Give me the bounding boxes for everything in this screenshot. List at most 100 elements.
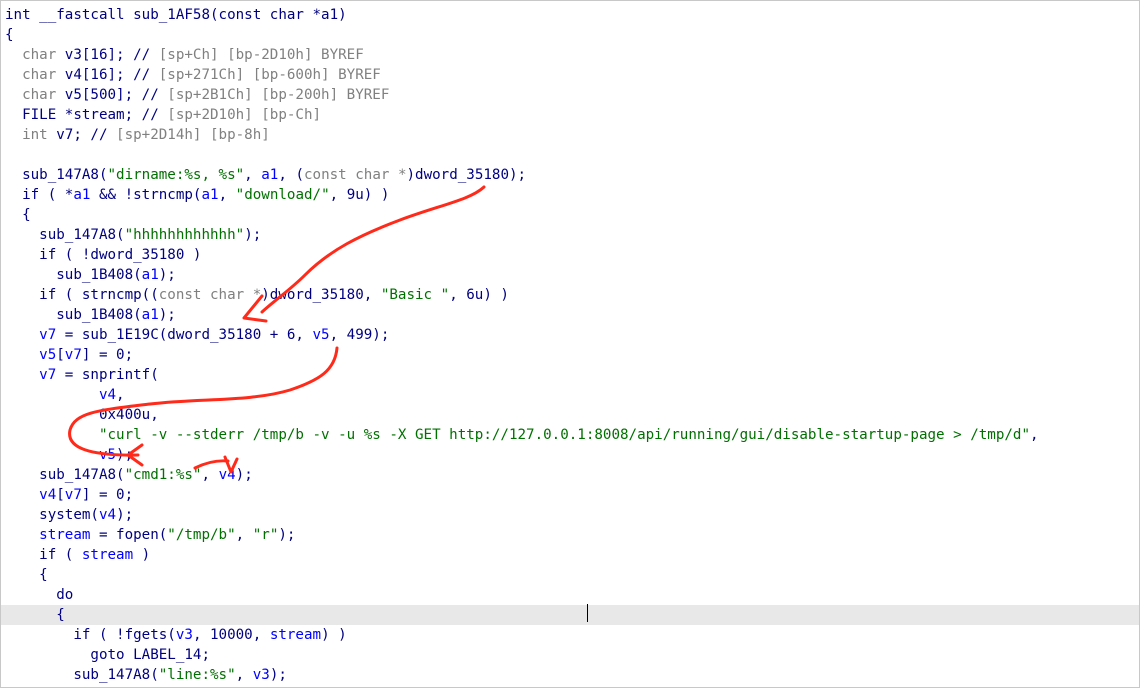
code-line[interactable]: v7 = snprintf( [1, 365, 1139, 385]
code-token: ] = 0; [81, 487, 134, 503]
code-line[interactable]: v5[v7] = 0; [1, 345, 1139, 365]
code-token: , ( [278, 167, 304, 183]
code-line[interactable]: "curl -v --stderr /tmp/b -v -u %s -X GET… [1, 425, 1139, 445]
code-token: ); [116, 507, 134, 523]
code-token: "r" [252, 527, 279, 543]
code-token: v3 [175, 627, 193, 643]
code-token: v4 [5, 487, 57, 503]
code-line[interactable]: sub_1B408(a1); [1, 305, 1139, 325]
code-line[interactable]: 0x400u, [1, 405, 1139, 425]
code-token: sub_1B408( [5, 267, 142, 283]
code-token: = snprintf( [56, 367, 159, 383]
code-token: , [1030, 427, 1039, 443]
code-token: , [235, 667, 253, 683]
code-line[interactable]: if ( !dword_35180 ) [1, 245, 1139, 265]
code-line[interactable]: int v7; // [sp+2D14h] [bp-8h] [1, 125, 1139, 145]
code-token: stream [5, 527, 91, 543]
code-line[interactable]: sub_1B408(a1); [1, 265, 1139, 285]
code-line[interactable]: FILE *stream; // [sp+2D10h] [bp-Ch] [1, 105, 1139, 125]
code-token: ) ) [321, 627, 347, 643]
code-token: ); [158, 267, 176, 283]
code-line[interactable]: { [1, 605, 1139, 625]
code-token: [sp+Ch] [bp-2D10h] BYREF [158, 47, 364, 63]
code-line[interactable]: v7 = sub_1E19C(dword_35180 + 6, v5, 499)… [1, 325, 1139, 345]
code-token: const char * [158, 287, 262, 303]
code-token: "hhhhhhhhhhhh" [124, 227, 245, 243]
code-token: { [5, 607, 65, 623]
code-token: sub_147A8( [5, 467, 125, 483]
code-token: [sp+2D14h] [bp-8h] [116, 127, 270, 143]
code-token: ); [158, 307, 176, 323]
code-token: v7 [64, 487, 82, 503]
code-line[interactable] [1, 145, 1139, 165]
code-token: , [235, 527, 253, 543]
code-token: sub_1B408( [5, 307, 142, 323]
text-caret [587, 604, 588, 622]
code-token: { [5, 567, 48, 583]
code-token: "cmd1:%s" [124, 467, 202, 483]
code-token: v7; // [56, 127, 117, 143]
code-line[interactable]: { [1, 565, 1139, 585]
code-token: )dword_35180); [406, 167, 527, 183]
code-line[interactable]: { [1, 205, 1139, 225]
code-token: v4[16]; // [64, 67, 159, 83]
code-token: [ [56, 347, 65, 363]
code-line[interactable]: sub_147A8("cmd1:%s", v4); [1, 465, 1139, 485]
code-token: { [5, 27, 14, 43]
code-token: if ( !fgets( [5, 627, 176, 643]
code-line[interactable]: sub_147A8("dirname:%s, %s", a1, (const c… [1, 165, 1139, 185]
code-line[interactable]: if ( strncmp((const char *)dword_35180, … [1, 285, 1139, 305]
code-token: [sp+2B1Ch] [bp-200h] BYREF [167, 87, 390, 103]
code-token: sub_147A8( [5, 167, 108, 183]
code-line[interactable]: v4, [1, 385, 1139, 405]
code-line[interactable]: char v5[500]; // [sp+2B1Ch] [bp-200h] BY… [1, 85, 1139, 105]
code-token: ] = 0; [81, 347, 134, 363]
code-token: , 499); [329, 327, 390, 343]
code-line[interactable]: char v3[16]; // [sp+Ch] [bp-2D10h] BYREF [1, 45, 1139, 65]
code-token: v3 [252, 667, 270, 683]
code-line[interactable]: { [1, 25, 1139, 45]
code-token: "download/" [235, 187, 330, 203]
code-token: int __fastcall sub_1AF58(const char *a1) [5, 7, 347, 23]
code-token: stream [269, 627, 322, 643]
code-line[interactable]: if ( !fgets(v3, 10000, stream) ) [1, 625, 1139, 645]
code-token: goto LABEL_14; [5, 647, 210, 663]
code-token: v4 [218, 467, 236, 483]
code-line[interactable]: if ( stream ) [1, 545, 1139, 565]
code-line[interactable]: sub_147A8("hhhhhhhhhhhh"); [1, 225, 1139, 245]
code-token: sub_147A8( [5, 667, 159, 683]
code-token: && !strncmp( [90, 187, 202, 203]
code-token: )dword_35180, [261, 287, 381, 303]
code-token: stream [81, 547, 134, 563]
code-line[interactable]: int __fastcall sub_1AF58(const char *a1) [1, 5, 1139, 25]
code-token: , 10000, [192, 627, 270, 643]
code-token: ) [133, 547, 151, 563]
code-line[interactable]: sub_147A8("line:%s", v3); [1, 665, 1139, 685]
code-token: , [244, 167, 262, 183]
code-line[interactable]: do [1, 585, 1139, 605]
code-token: char [5, 47, 65, 63]
code-token: [sp+2D10h] [bp-Ch] [167, 107, 322, 123]
code-token: "line:%s" [158, 667, 236, 683]
code-line[interactable]: char v4[16]; // [sp+271Ch] [bp-600h] BYR… [1, 65, 1139, 85]
code-token: , [218, 187, 236, 203]
code-token: do [5, 587, 74, 603]
code-token: v3[16]; // [64, 47, 159, 63]
code-token: v7 [5, 327, 57, 343]
code-token: a1 [201, 187, 219, 203]
code-token: sub_147A8( [5, 227, 125, 243]
code-token: a1 [141, 307, 159, 323]
code-line[interactable]: v4[v7] = 0; [1, 485, 1139, 505]
code-token: = fopen( [90, 527, 168, 543]
code-line[interactable]: v5); [1, 445, 1139, 465]
code-line[interactable]: system(v4); [1, 505, 1139, 525]
code-token: a1 [261, 167, 279, 183]
code-token: ); [244, 227, 262, 243]
code-token: a1 [73, 187, 91, 203]
code-token: , [201, 467, 219, 483]
code-line[interactable]: goto LABEL_14; [1, 645, 1139, 665]
pseudocode-view[interactable]: int __fastcall sub_1AF58(const char *a1)… [0, 0, 1140, 688]
code-line[interactable]: stream = fopen("/tmp/b", "r"); [1, 525, 1139, 545]
code-line[interactable]: if ( *a1 && !strncmp(a1, "download/", 9u… [1, 185, 1139, 205]
code-token: char [5, 67, 65, 83]
